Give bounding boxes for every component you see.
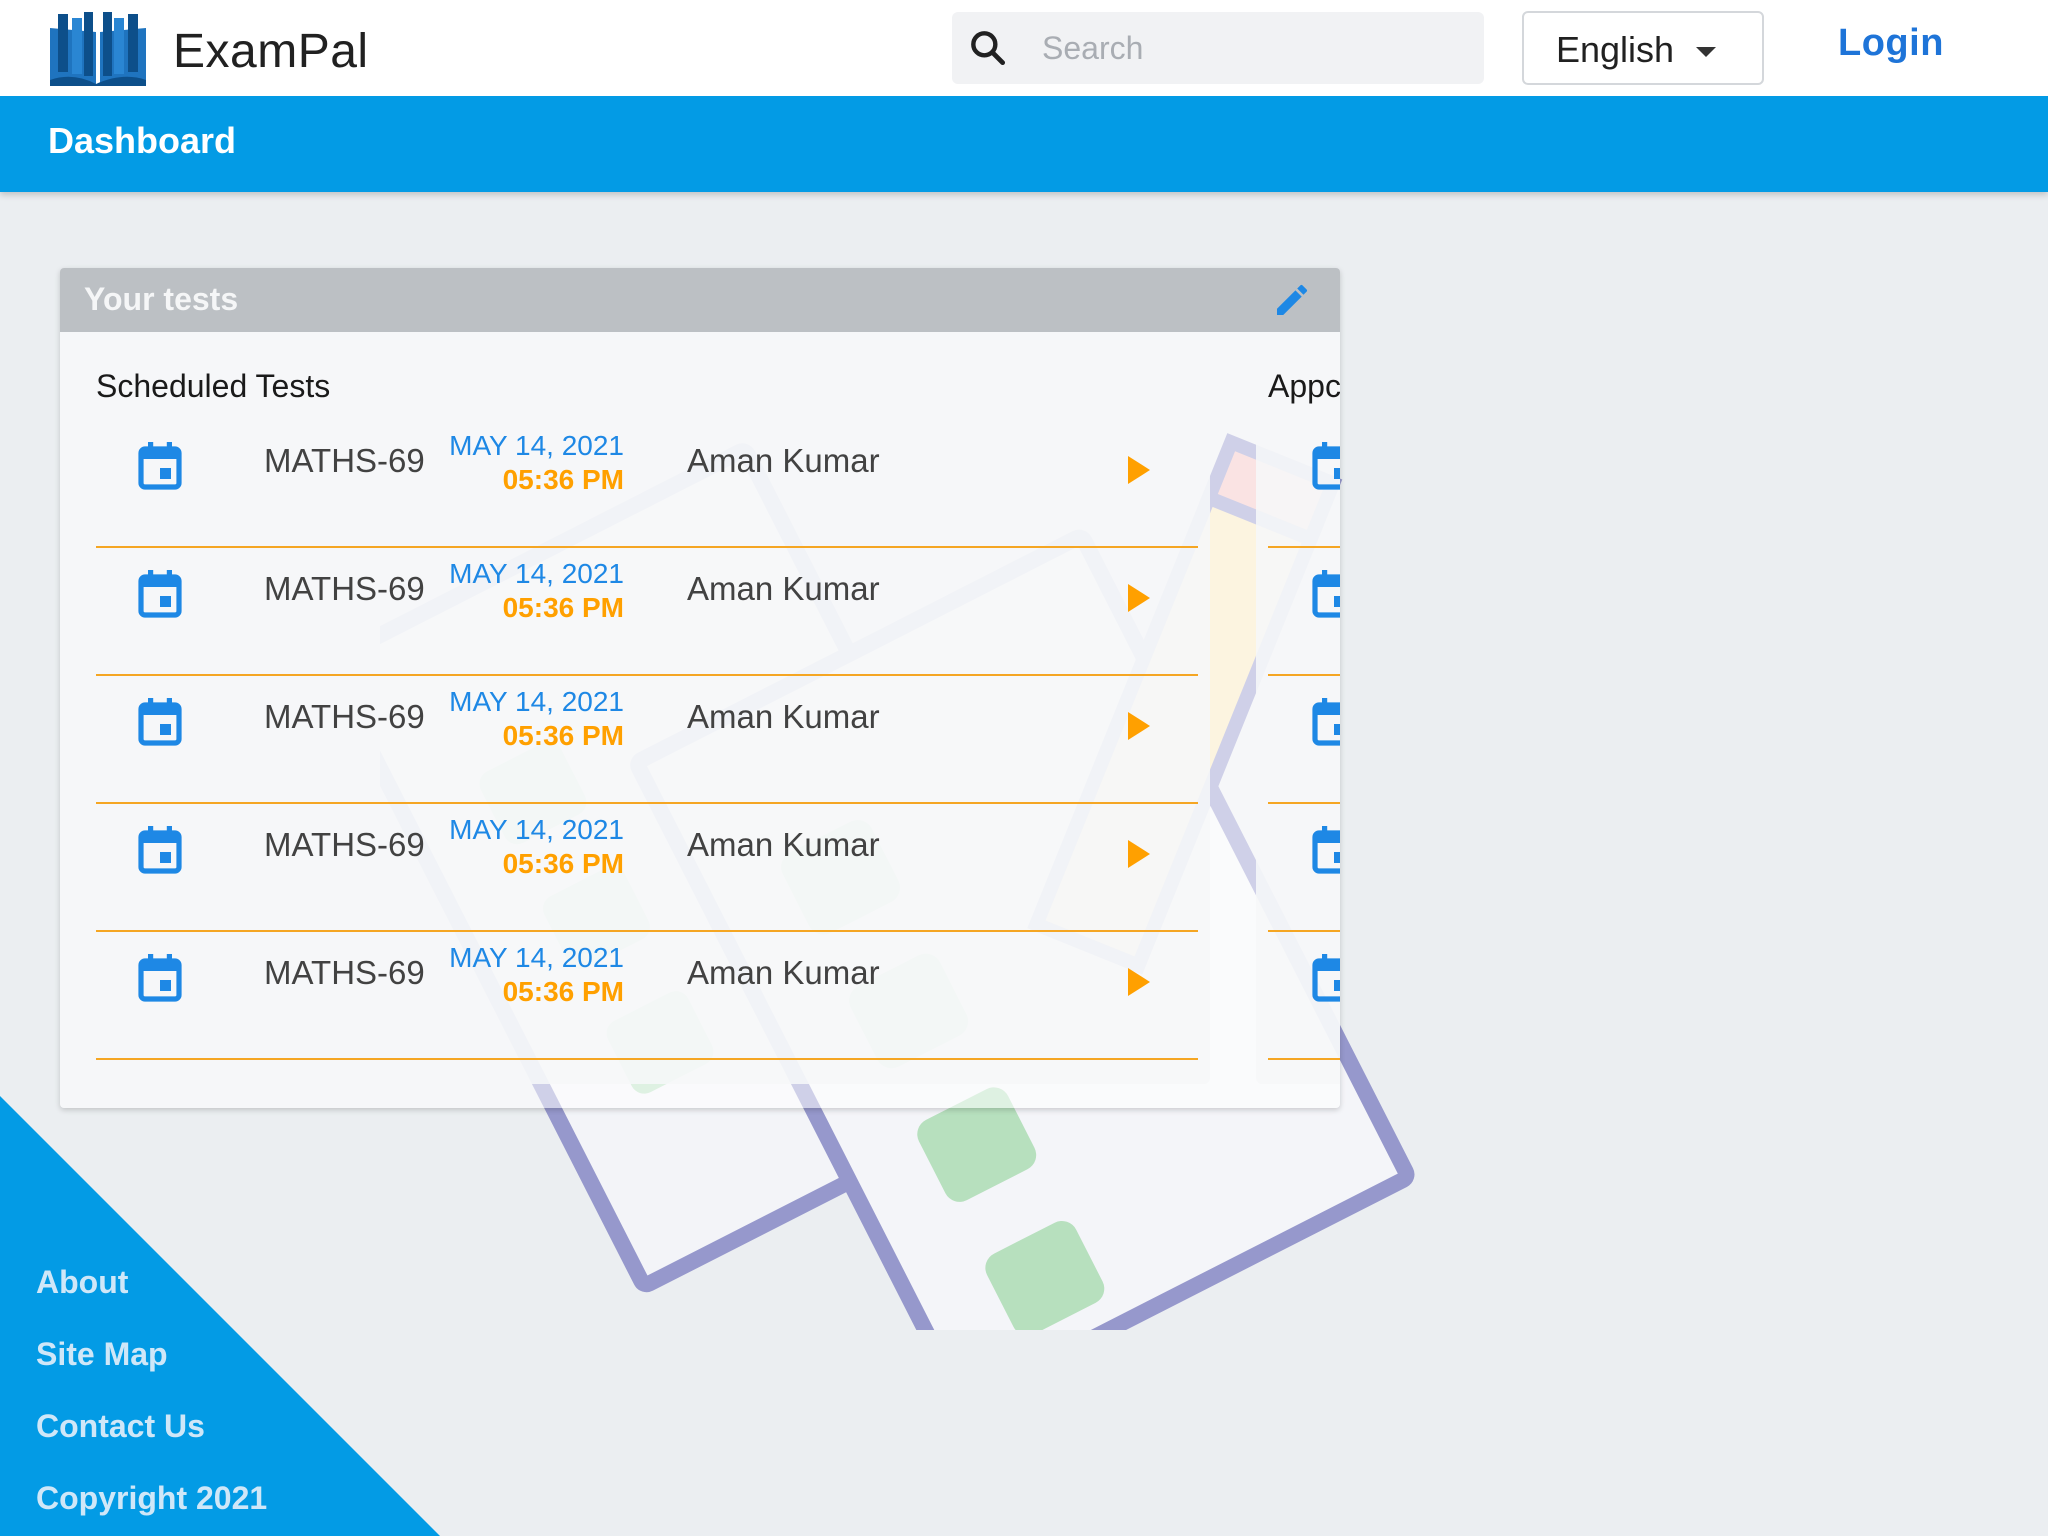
scheduled-tests-list: MATHS-69 MAY 14, 2021 05:36 PM Aman Kuma…: [96, 420, 1198, 1084]
test-code: MATHS-69: [264, 570, 425, 607]
approved-tests-panel: Appc: [1256, 356, 1340, 1084]
test-date: MAY 14, 2021: [449, 686, 624, 717]
list-item[interactable]: [1268, 804, 1340, 932]
footer-link-contact-us[interactable]: Contact Us: [36, 1402, 267, 1474]
list-item[interactable]: [1268, 676, 1340, 804]
test-time: 05:36 PM: [502, 848, 624, 879]
test-code: MATHS-69: [264, 698, 425, 735]
footer-link-site-map[interactable]: Site Map: [36, 1330, 267, 1402]
list-item[interactable]: MATHS-69 MAY 14, 2021 05:36 PM Aman Kuma…: [96, 804, 1198, 932]
test-owner-name: Aman Kumar: [687, 826, 880, 863]
calendar-icon: [1312, 698, 1340, 746]
list-item[interactable]: [1268, 420, 1340, 548]
pencil-icon[interactable]: [1272, 280, 1312, 320]
calendar-icon: [138, 954, 182, 1002]
test-code: MATHS-69: [264, 442, 425, 479]
test-time: 05:36 PM: [502, 592, 624, 623]
top-header: ExamPal English Login: [0, 0, 2048, 96]
language-select[interactable]: English: [1522, 11, 1764, 85]
calendar-icon: [138, 826, 182, 874]
test-date: MAY 14, 2021: [449, 942, 624, 973]
test-time: 05:36 PM: [502, 976, 624, 1007]
dashboard-bar: Dashboard: [0, 96, 2048, 192]
play-icon[interactable]: [1128, 968, 1150, 996]
test-time: 05:36 PM: [502, 720, 624, 751]
test-owner-name: Aman Kumar: [687, 698, 880, 735]
footer-copyright: Copyright 2021: [36, 1480, 268, 1516]
approved-tests-list: [1268, 420, 1340, 1060]
footer-links: About Site Map Contact Us Copyright 2021: [36, 1258, 267, 1536]
play-icon[interactable]: [1128, 584, 1150, 612]
test-owner-name: Aman Kumar: [687, 954, 880, 991]
list-item[interactable]: [1268, 548, 1340, 676]
list-item[interactable]: [1268, 932, 1340, 1060]
login-link[interactable]: Login: [1838, 22, 1944, 65]
your-tests-card: Your tests Scheduled Tests MATHS-69 MAY …: [60, 268, 1340, 1108]
test-code: MATHS-69: [264, 954, 425, 991]
brand-name[interactable]: ExamPal: [173, 24, 369, 79]
search-icon[interactable]: [966, 26, 1010, 70]
play-icon[interactable]: [1128, 712, 1150, 740]
search-input[interactable]: [1042, 12, 1462, 84]
card-title: Your tests: [84, 281, 239, 317]
list-item[interactable]: MATHS-69 MAY 14, 2021 05:36 PM Aman Kuma…: [96, 932, 1198, 1060]
calendar-icon: [138, 698, 182, 746]
play-icon[interactable]: [1128, 840, 1150, 868]
calendar-icon: [1312, 570, 1340, 618]
calendar-icon: [138, 442, 182, 490]
test-time: 05:36 PM: [502, 464, 624, 495]
calendar-icon: [1312, 442, 1340, 490]
page-root: ExamPal English Login Dashboard About Si…: [0, 0, 2048, 1536]
chevron-down-icon: [1696, 47, 1716, 57]
panel-title: Appc: [1268, 368, 1340, 404]
scheduled-tests-panel: Scheduled Tests MATHS-69 MAY 14, 2021 05…: [84, 356, 1210, 1084]
test-date: MAY 14, 2021: [449, 558, 624, 589]
open-book-icon[interactable]: [46, 10, 150, 86]
list-item[interactable]: MAY 14, 2021: [96, 1060, 1198, 1084]
calendar-icon: [1312, 826, 1340, 874]
play-icon[interactable]: [1128, 456, 1150, 484]
calendar-icon: [1312, 954, 1340, 1002]
list-item[interactable]: MATHS-69 MAY 14, 2021 05:36 PM Aman Kuma…: [96, 676, 1198, 804]
test-date: MAY 14, 2021: [449, 814, 624, 845]
test-owner-name: Aman Kumar: [687, 570, 880, 607]
test-code: MATHS-69: [264, 826, 425, 863]
footer-link-about[interactable]: About: [36, 1258, 267, 1330]
list-item[interactable]: MATHS-69 MAY 14, 2021 05:36 PM Aman Kuma…: [96, 420, 1198, 548]
card-header: Your tests: [60, 268, 1340, 332]
page-title: Dashboard: [48, 120, 237, 161]
list-item[interactable]: MATHS-69 MAY 14, 2021 05:36 PM Aman Kuma…: [96, 548, 1198, 676]
test-owner-name: Aman Kumar: [687, 442, 880, 479]
panel-title: Scheduled Tests: [96, 368, 331, 404]
search-box[interactable]: [952, 12, 1484, 84]
test-date: MAY 14, 2021: [449, 430, 624, 461]
calendar-icon: [138, 570, 182, 618]
language-selected-label: English: [1556, 29, 1675, 70]
